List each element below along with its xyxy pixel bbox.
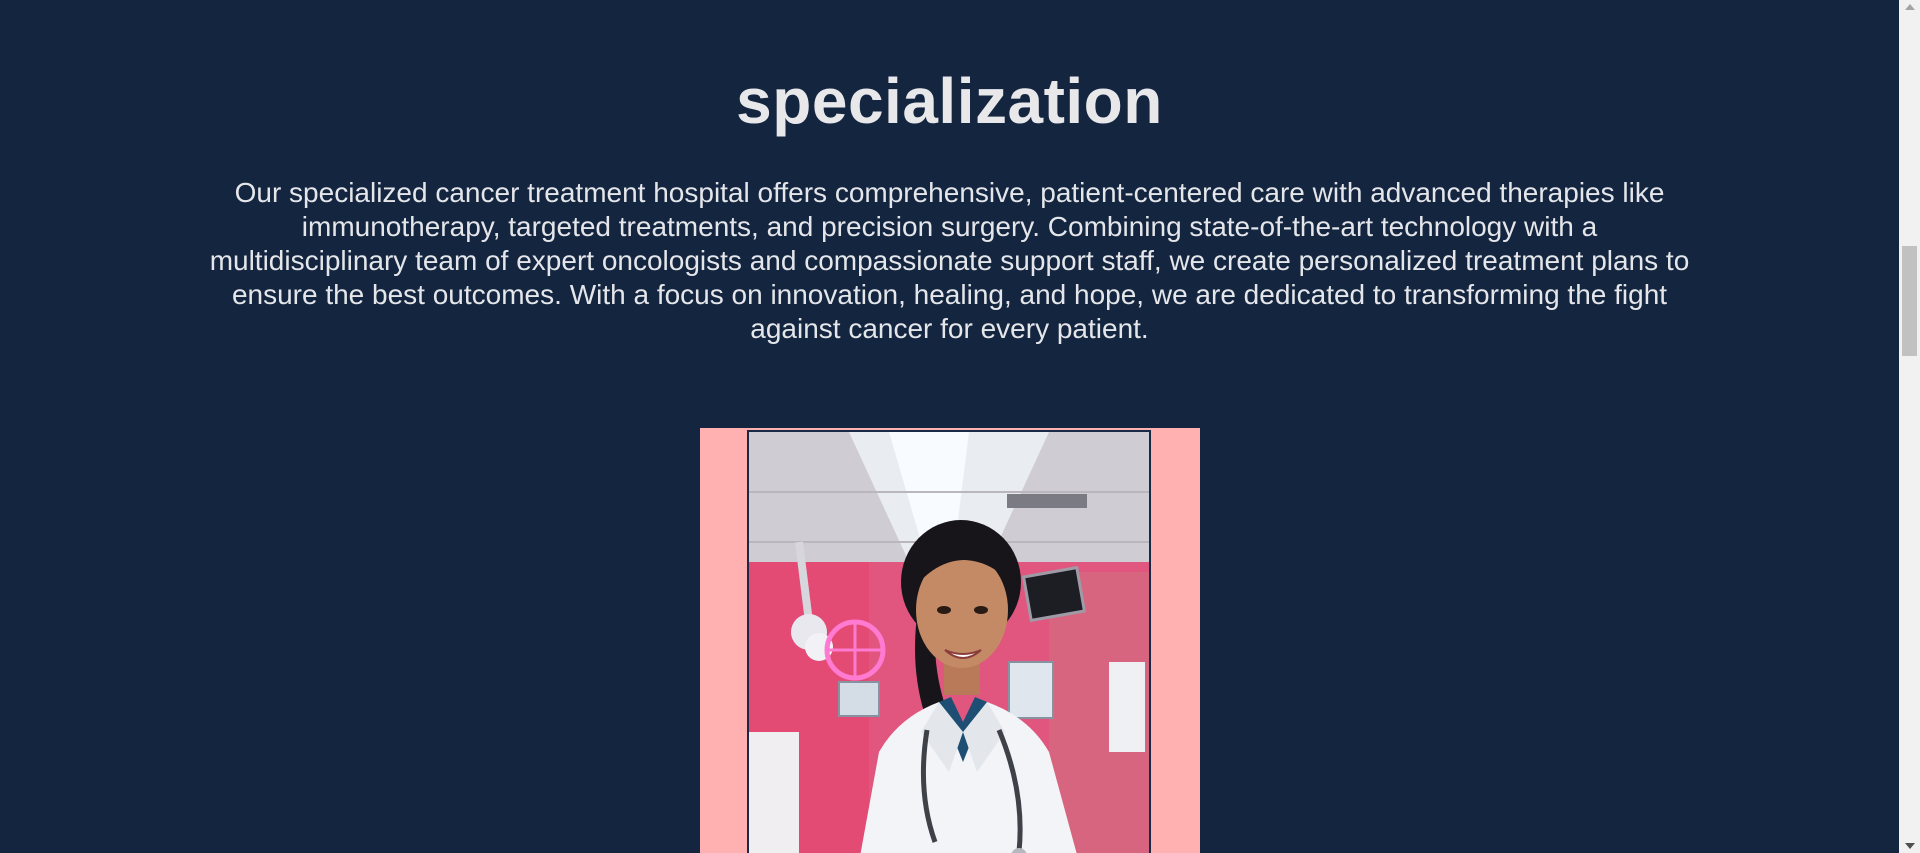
doctor-photo (747, 430, 1151, 853)
section-title: specialization (736, 65, 1163, 137)
page: specialization Our specialized cancer tr… (0, 0, 1899, 853)
scroll-up-arrow-icon[interactable] (1905, 4, 1915, 10)
section-description: Our specialized cancer treatment hospita… (209, 177, 1690, 344)
scroll-thumb[interactable] (1902, 246, 1917, 356)
scroll-down-arrow-icon[interactable] (1905, 843, 1915, 849)
page-scrollbar[interactable] (1899, 0, 1920, 853)
